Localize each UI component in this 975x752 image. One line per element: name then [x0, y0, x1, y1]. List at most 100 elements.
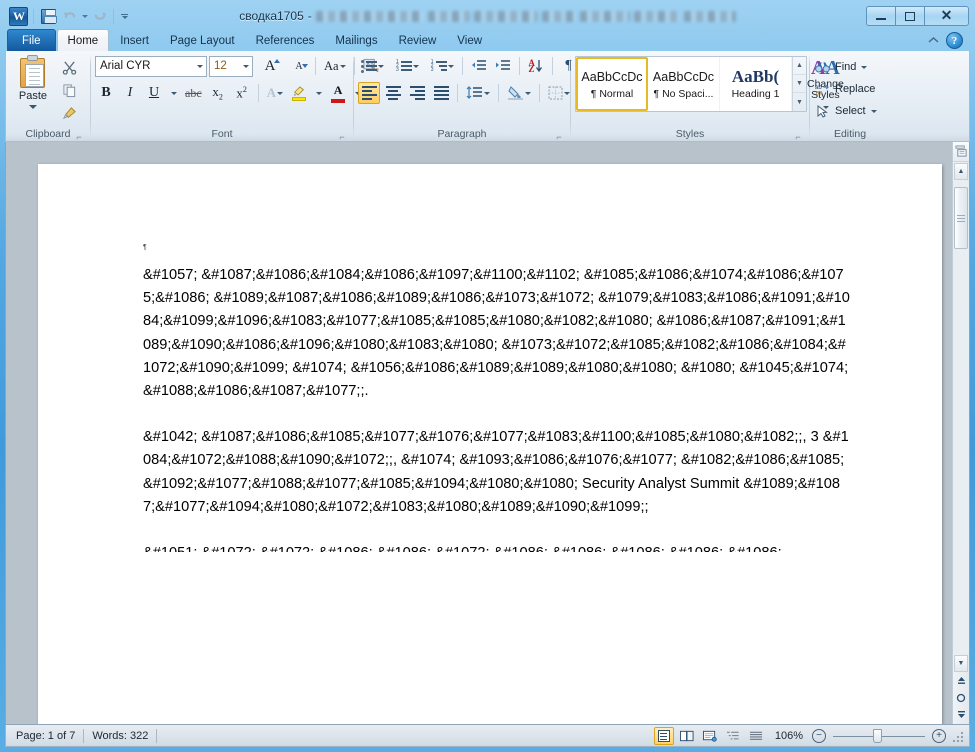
- bullets-button[interactable]: [358, 55, 387, 77]
- close-button[interactable]: ✕: [924, 6, 969, 26]
- page-indicator[interactable]: Page: 1 of 7: [8, 727, 83, 745]
- text-effects-button[interactable]: A: [264, 82, 286, 104]
- font-color-button[interactable]: A: [327, 82, 349, 104]
- undo-button[interactable]: [61, 6, 78, 27]
- style-normal[interactable]: AaBbCcDc ¶ Normal: [576, 57, 648, 111]
- increase-indent-button[interactable]: [492, 55, 514, 77]
- font-dialog-launcher[interactable]: ⌐: [337, 130, 347, 141]
- document-text[interactable]: &#1057; &#1087;&#1086;&#1084;&#1086;&#10…: [143, 264, 850, 552]
- zoom-out-button[interactable]: −: [812, 728, 826, 743]
- view-print-layout-button[interactable]: [653, 726, 674, 745]
- page-scroll-region[interactable]: ¶ &#1057; &#1087;&#1086;&#1084;&#1086;&#…: [6, 142, 952, 724]
- undo-dropdown[interactable]: [80, 6, 89, 27]
- view-outline-button[interactable]: [723, 727, 743, 745]
- save-button[interactable]: [38, 6, 59, 27]
- numbering-button[interactable]: 123: [393, 55, 422, 77]
- change-case-button[interactable]: Aa: [321, 55, 349, 77]
- scroll-down-button[interactable]: ▼: [954, 655, 968, 672]
- sort-button[interactable]: AZ: [525, 55, 547, 77]
- format-painter-button[interactable]: [58, 103, 80, 123]
- find-button[interactable]: Find: [814, 57, 868, 77]
- paste-button[interactable]: Paste: [10, 54, 56, 109]
- subscript-button[interactable]: x2: [207, 82, 229, 104]
- tab-references[interactable]: References: [246, 30, 325, 51]
- paragraph-group-label: Paragraph ⌐: [358, 127, 566, 141]
- select-browse-object-button[interactable]: [954, 690, 969, 705]
- tab-file[interactable]: File: [7, 29, 56, 51]
- paragraph-3-clipped: &#1051; &#1072; &#1072; &#1086; &#1086; …: [143, 542, 850, 552]
- underline-dropdown[interactable]: [167, 82, 180, 104]
- zoom-in-button[interactable]: +: [932, 728, 946, 743]
- redo-button[interactable]: [91, 6, 109, 27]
- customize-qat-button[interactable]: [118, 7, 131, 25]
- word-count[interactable]: Words: 322: [84, 727, 156, 745]
- maximize-button[interactable]: [895, 6, 924, 26]
- tab-home[interactable]: Home: [56, 29, 110, 51]
- scroll-up-button[interactable]: ▲: [954, 163, 968, 180]
- qat-divider: [33, 8, 34, 24]
- italic-button[interactable]: I: [119, 82, 141, 104]
- line-spacing-button[interactable]: [463, 82, 493, 104]
- minimize-button[interactable]: [866, 6, 895, 26]
- view-full-screen-reading-button[interactable]: [677, 727, 697, 745]
- view-web-layout-button[interactable]: [700, 727, 720, 745]
- grow-font-button[interactable]: A: [259, 55, 281, 77]
- styles-scroll-up[interactable]: ▲: [793, 57, 806, 75]
- vertical-scrollbar[interactable]: ▲ ▼: [952, 142, 969, 724]
- browse-object-controls: [953, 673, 969, 724]
- scrollbar-thumb[interactable]: [954, 187, 968, 249]
- italic-icon: I: [127, 85, 133, 100]
- align-right-button[interactable]: [406, 82, 428, 104]
- styles-more[interactable]: ▼: [793, 93, 806, 111]
- tab-review[interactable]: Review: [389, 30, 447, 51]
- superscript-button[interactable]: x2: [231, 82, 253, 104]
- decrease-indent-button[interactable]: [468, 55, 490, 77]
- tab-view[interactable]: View: [447, 30, 492, 51]
- zoom-level[interactable]: 106%: [769, 730, 809, 742]
- view-draft-button[interactable]: [746, 727, 766, 745]
- next-page-button[interactable]: [954, 707, 969, 722]
- cut-button[interactable]: [58, 57, 80, 77]
- resize-grip[interactable]: [951, 730, 963, 742]
- shading-button[interactable]: [504, 82, 534, 104]
- chevron-down-icon[interactable]: [238, 57, 252, 76]
- align-center-button[interactable]: [382, 82, 404, 104]
- shrink-font-button[interactable]: A: [288, 55, 310, 77]
- multilevel-list-button[interactable]: 123: [428, 55, 457, 77]
- paragraph-dialog-launcher[interactable]: ⌐: [554, 130, 564, 141]
- scrollbar-track[interactable]: [953, 181, 969, 654]
- font-size-combo[interactable]: 12: [209, 55, 253, 77]
- help-button[interactable]: ?: [946, 32, 963, 49]
- replace-icon: ab ac: [814, 82, 831, 97]
- styles-scroll-down[interactable]: ▼: [793, 75, 806, 93]
- select-button[interactable]: Select: [814, 101, 877, 121]
- underline-button[interactable]: U: [143, 82, 165, 104]
- style-heading-1[interactable]: AaBb( Heading 1: [720, 57, 792, 111]
- app-menu-button[interactable]: W: [8, 6, 29, 27]
- borders-button[interactable]: [545, 82, 573, 104]
- tab-page-layout[interactable]: Page Layout: [160, 30, 245, 51]
- font-family-combo[interactable]: Arial CYR: [95, 55, 207, 77]
- view-ruler-button[interactable]: [953, 142, 969, 162]
- zoom-slider[interactable]: [833, 728, 925, 743]
- clipboard-dialog-launcher[interactable]: ⌐: [74, 130, 84, 141]
- bold-button[interactable]: B: [95, 82, 117, 104]
- replace-button[interactable]: ab ac Replace: [814, 79, 875, 99]
- text-highlight-color-button[interactable]: [288, 82, 310, 104]
- previous-page-button[interactable]: [954, 673, 969, 688]
- find-label: Find: [835, 61, 857, 73]
- chevron-down-icon[interactable]: [29, 105, 37, 109]
- document-page[interactable]: ¶ &#1057; &#1087;&#1086;&#1084;&#1086;&#…: [38, 164, 942, 724]
- copy-button[interactable]: [58, 80, 80, 100]
- align-left-button[interactable]: [358, 82, 380, 104]
- text-highlight-dropdown[interactable]: [312, 82, 325, 104]
- justify-button[interactable]: [430, 82, 452, 104]
- zoom-slider-thumb[interactable]: [873, 728, 883, 743]
- style-no-spacing[interactable]: AaBbCcDc ¶ No Spaci...: [648, 57, 720, 111]
- minimize-ribbon-button[interactable]: [926, 34, 940, 48]
- chevron-down-icon[interactable]: [192, 57, 206, 76]
- tab-insert[interactable]: Insert: [110, 30, 159, 51]
- strikethrough-button[interactable]: abc: [182, 82, 205, 104]
- tab-mailings[interactable]: Mailings: [325, 30, 387, 51]
- styles-dialog-launcher[interactable]: ⌐: [793, 130, 803, 141]
